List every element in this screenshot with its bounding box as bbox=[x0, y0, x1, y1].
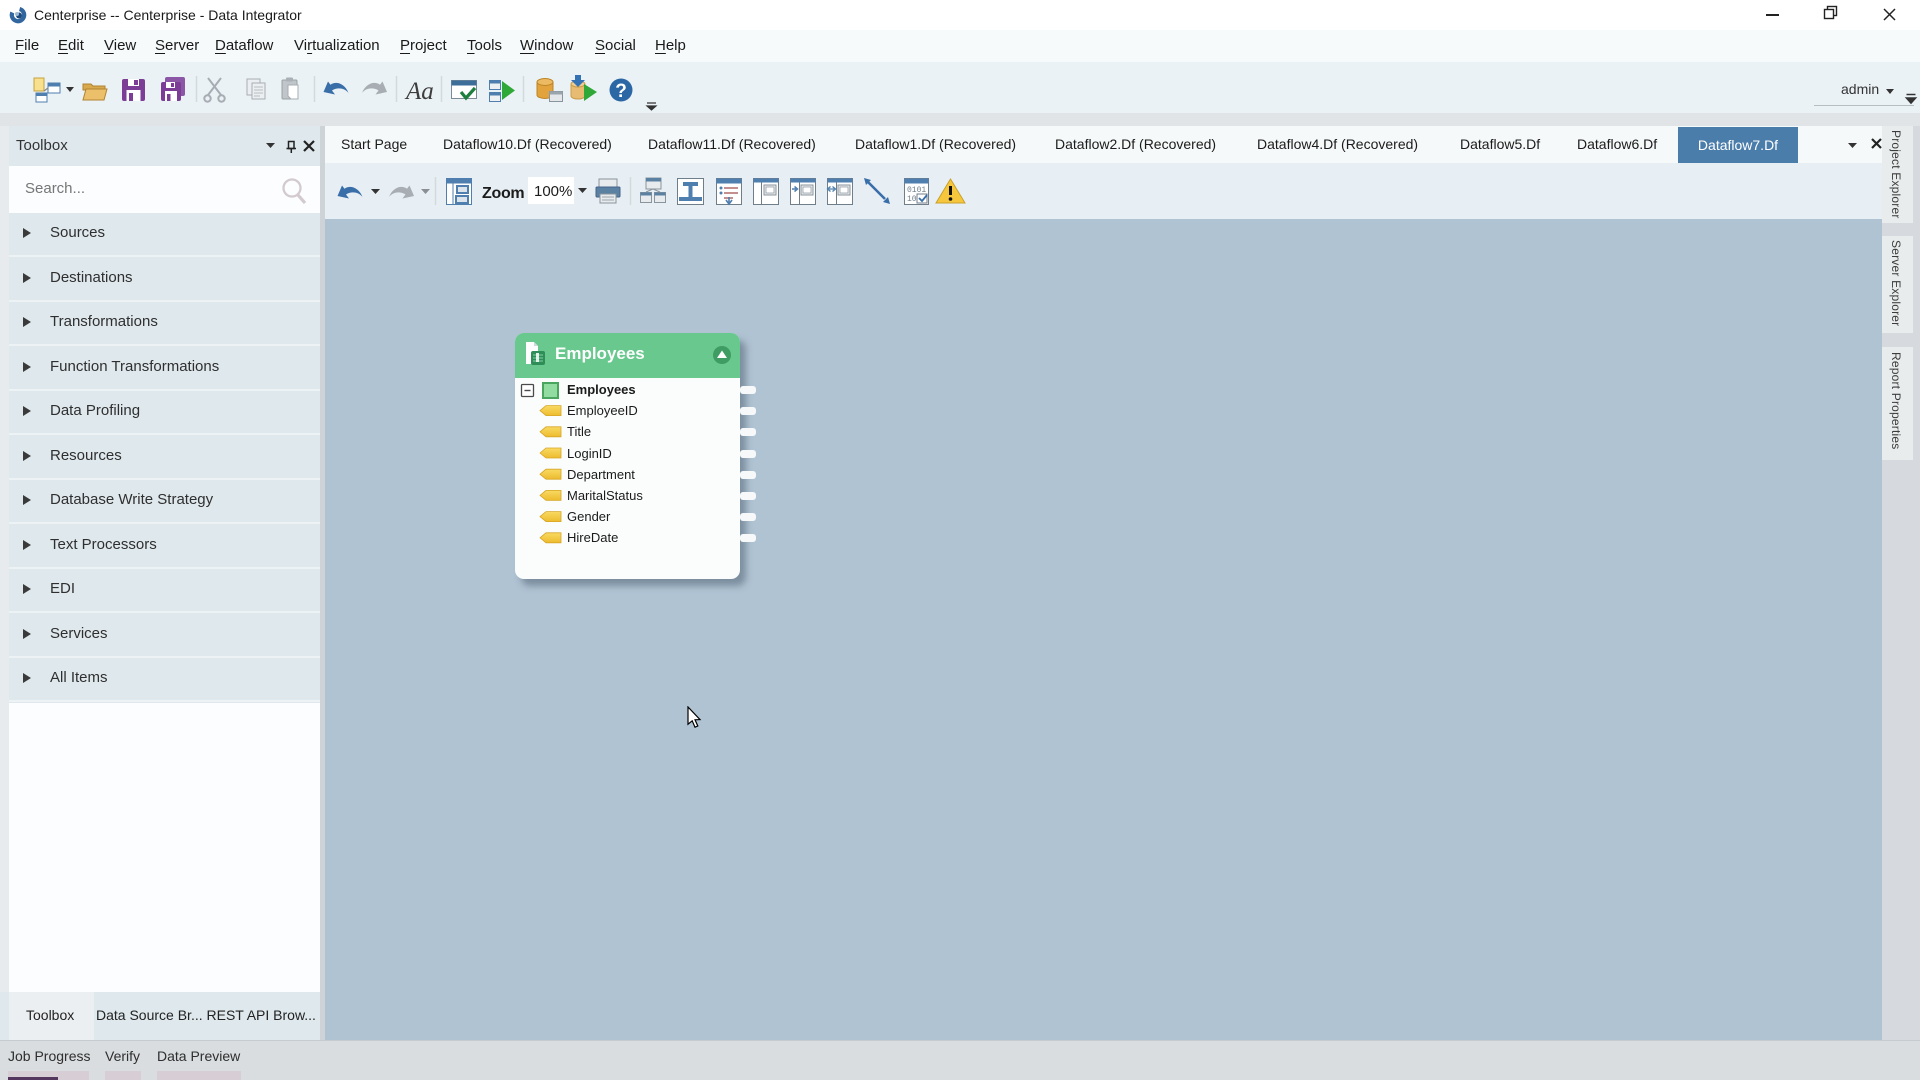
svg-text:Zoom: Zoom bbox=[482, 185, 524, 202]
svg-text:100%: 100% bbox=[534, 183, 572, 200]
svg-text:Aa: Aa bbox=[404, 78, 434, 105]
svg-text:?: ? bbox=[615, 81, 627, 102]
svg-text:10: 10 bbox=[907, 195, 917, 204]
